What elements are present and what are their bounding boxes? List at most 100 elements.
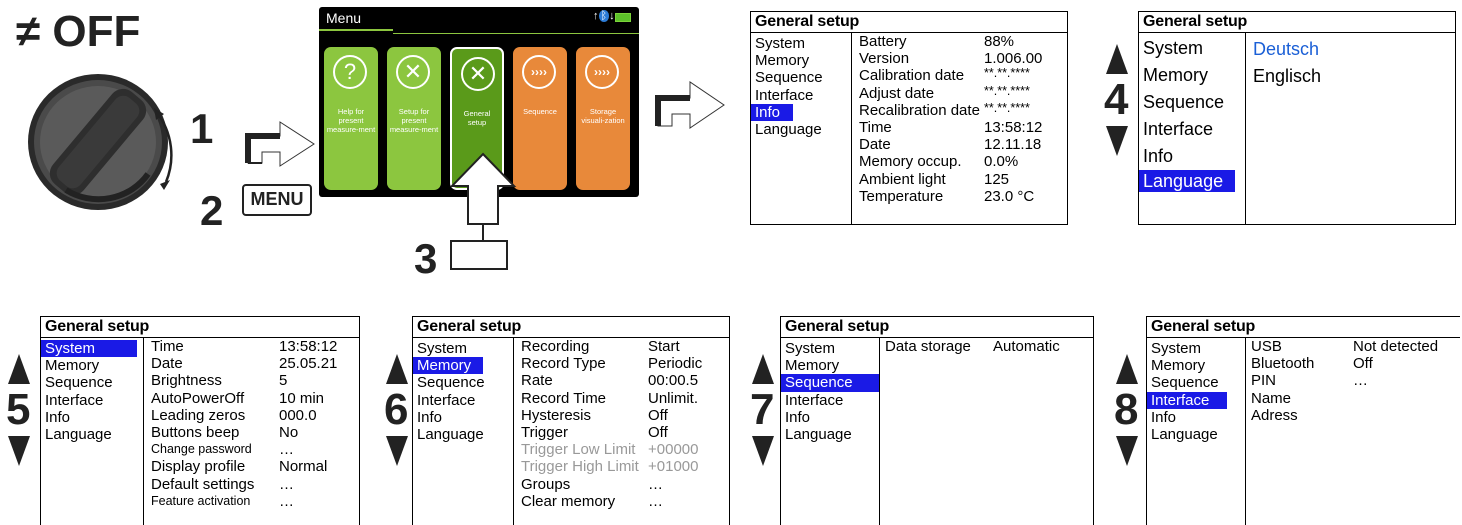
menu-key[interactable]: MENU <box>242 184 312 216</box>
nav-item-info[interactable]: Info <box>41 409 141 426</box>
row-value: No <box>279 423 299 441</box>
row-key: USB <box>1251 338 1282 355</box>
nav-item-system[interactable]: System <box>41 340 137 358</box>
row-key: Version <box>859 50 910 68</box>
nav-item-language[interactable]: Language <box>781 426 879 443</box>
row-key: Name <box>1251 389 1292 407</box>
nav-list: System Memory Sequence Interface Info La… <box>41 340 141 443</box>
nav-item-language[interactable]: Language <box>413 426 513 443</box>
nav-item-memory[interactable]: Memory <box>751 52 851 69</box>
nav-item-info[interactable]: Info <box>1139 143 1239 170</box>
row-key: Date <box>151 355 183 373</box>
language-options: Deutsch Englisch <box>1253 36 1321 90</box>
row-key: Buttons beep <box>151 423 240 441</box>
row-key: AutoPowerOff <box>151 389 245 407</box>
divider <box>879 338 880 525</box>
nav-item-system[interactable]: System <box>413 340 513 357</box>
tile-label: General setup <box>463 109 491 127</box>
nav-item-language[interactable]: Language <box>1139 170 1235 192</box>
divider <box>1245 338 1246 525</box>
panel-title: General setup <box>1139 12 1455 33</box>
system-rows: Time 13:58:12 Date 25.05.21 Brightness 5 Au… <box>151 338 357 510</box>
memory-rows: Recording Start Record Type Periodic Rate 0… <box>521 338 729 510</box>
nav-item-info[interactable]: Info <box>781 409 879 426</box>
panel-system: General setup System Memory Sequence Int… <box>40 316 360 525</box>
tile-label: Setup for present measure-ment <box>389 107 439 134</box>
up-triangle-icon <box>8 354 30 384</box>
nav-item-memory[interactable]: Memory <box>41 357 141 374</box>
nav-item-info[interactable]: Info <box>751 103 793 122</box>
row-key: Groups <box>521 475 571 493</box>
nav-item-memory[interactable]: Memory <box>781 357 879 374</box>
interface-rows: USB Not detected Bluetooth Off PIN … Name A… <box>1251 338 1457 424</box>
sequence-icon: ›››› <box>585 55 619 89</box>
row-key: Battery <box>859 33 907 50</box>
row-key: Hysteresis <box>521 406 592 424</box>
nav-item-language[interactable]: Language <box>1147 426 1245 443</box>
flow-arrow-icon <box>655 81 725 129</box>
nav-item-memory[interactable]: Memory <box>413 357 483 375</box>
row-value: … <box>648 492 663 510</box>
nav-item-system[interactable]: System <box>1139 35 1239 62</box>
tile-setup[interactable]: ✕ Setup for present measure-ment <box>387 47 441 190</box>
nav-item-interface[interactable]: Interface <box>1139 116 1239 143</box>
nav-item-memory[interactable]: Memory <box>1139 62 1239 89</box>
row-value: Start <box>648 338 680 355</box>
row-key: Display profile <box>151 458 246 476</box>
row-value: 88% <box>984 33 1015 50</box>
row-key: Adress <box>1251 406 1298 424</box>
nav-item-sequence[interactable]: Sequence <box>41 374 141 391</box>
row-key: Default settings <box>151 475 255 493</box>
panel-language: General setup System Memory Sequence Int… <box>1138 11 1456 225</box>
tile-help[interactable]: ? Help for present measure-ment <box>324 47 378 190</box>
softkey[interactable] <box>450 240 508 270</box>
lang-option-englisch[interactable]: Englisch <box>1253 63 1321 90</box>
panel-title: General setup <box>413 317 729 338</box>
row-key: Feature activation <box>151 493 251 508</box>
row-value: Normal <box>279 458 328 476</box>
nav-item-interface[interactable]: Interface <box>41 392 141 409</box>
bluetooth-icon: ↑ ᛒ ↓ <box>593 10 615 22</box>
row-key: Clear memory <box>521 492 616 510</box>
nav-item-system[interactable]: System <box>751 35 851 52</box>
tile-storage[interactable]: ›››› Storage visuali-zation <box>576 47 630 190</box>
row-value: Off <box>648 406 668 424</box>
row-value: 00:00.5 <box>648 372 699 390</box>
nav-item-sequence[interactable]: Sequence <box>751 69 851 86</box>
nav-item-interface[interactable]: Interface <box>781 392 879 409</box>
nav-item-interface[interactable]: Interface <box>751 87 851 104</box>
row-key: Record Type <box>521 355 606 373</box>
step-6-number: 6 <box>384 385 409 434</box>
rotary-dial[interactable] <box>18 62 198 222</box>
panel-title: General setup <box>751 12 1067 33</box>
nav-item-memory[interactable]: Memory <box>1147 357 1245 374</box>
nav-item-sequence[interactable]: Sequence <box>1139 89 1239 116</box>
row-key: Data storage <box>885 338 971 355</box>
nav-item-info[interactable]: Info <box>1147 409 1245 426</box>
nav-item-language[interactable]: Language <box>751 121 851 138</box>
row-value: **.**.**** <box>984 66 1030 81</box>
row-key: Memory occup. <box>859 153 962 171</box>
nav-item-system[interactable]: System <box>1147 340 1245 357</box>
not-equal-icon: ≠ <box>16 7 41 56</box>
row-key: Adjust date <box>859 84 935 102</box>
nav-item-system[interactable]: System <box>781 340 879 357</box>
down-triangle-icon <box>386 436 408 466</box>
tile-sequence[interactable]: ›››› Sequence <box>513 47 567 190</box>
nav-item-interface[interactable]: Interface <box>413 392 513 409</box>
question-icon: ? <box>333 55 367 89</box>
row-value: 125 <box>984 170 1010 188</box>
nav-item-sequence[interactable]: Sequence <box>413 374 513 391</box>
row-value: Unlimit. <box>648 389 699 407</box>
press-arrow-icon <box>449 152 517 240</box>
nav-item-sequence[interactable]: Sequence <box>781 374 879 392</box>
row-key: Change password <box>151 442 252 457</box>
nav-item-info[interactable]: Info <box>413 409 513 426</box>
nav-item-language[interactable]: Language <box>41 426 141 443</box>
nav-item-sequence[interactable]: Sequence <box>1147 374 1245 391</box>
nav-item-interface[interactable]: Interface <box>1147 391 1227 409</box>
lang-option-deutsch[interactable]: Deutsch <box>1253 36 1321 63</box>
off-text: OFF <box>52 7 141 56</box>
row-value: 25.05.21 <box>279 355 338 373</box>
row-value: Not detected <box>1353 338 1439 355</box>
